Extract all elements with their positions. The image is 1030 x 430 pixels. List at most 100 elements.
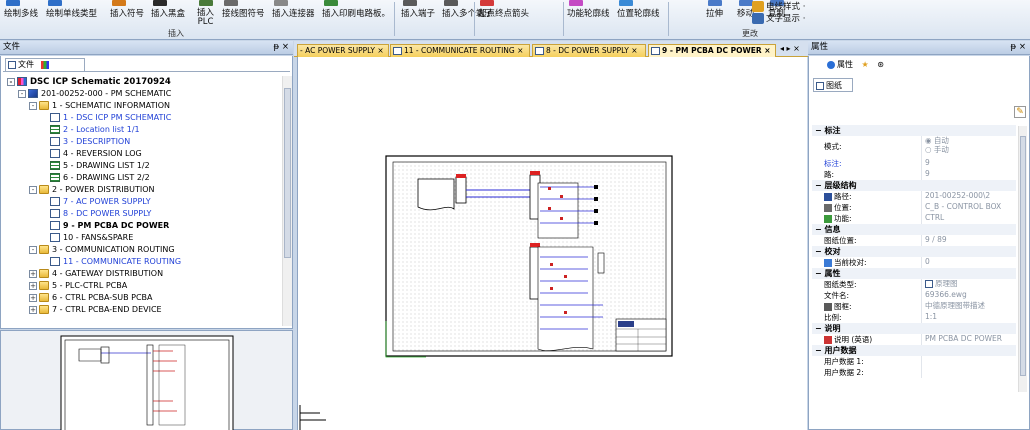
tree-item[interactable]: 7 - AC POWER SUPPLY bbox=[7, 196, 151, 208]
property-section[interactable]: − 信息 bbox=[812, 224, 1016, 235]
property-row[interactable]: 路: 9 bbox=[812, 169, 1016, 180]
property-row[interactable]: 用户数据 2: bbox=[812, 367, 1016, 378]
ribbon-button[interactable]: 绘制单线类型 bbox=[46, 0, 97, 21]
ribbon-button[interactable]: 插入端子 bbox=[401, 0, 435, 21]
property-row[interactable]: 图框: 中德原理图带描述 bbox=[812, 301, 1016, 312]
tree-item[interactable]: - 3 - COMMUNICATION ROUTING bbox=[7, 244, 175, 256]
collapse-icon[interactable]: − bbox=[815, 126, 825, 135]
preview-thumbnail[interactable] bbox=[1, 331, 294, 430]
tree-item[interactable]: 4 - REVERSION LOG bbox=[7, 148, 142, 160]
expand-icon[interactable]: + bbox=[29, 281, 37, 290]
property-row[interactable]: 模式: ◉ 自动 ○ 手动 bbox=[812, 136, 1016, 158]
ribbon-button[interactable]: 位置轮廓线 bbox=[617, 0, 660, 21]
edit-icon[interactable]: ✎ bbox=[1014, 106, 1026, 118]
document-tab[interactable]: - AC POWER SUPPLY × bbox=[297, 44, 389, 57]
tree-item[interactable]: 11 - COMMUNICATE ROUTING bbox=[7, 256, 181, 268]
properties-scroll-thumb[interactable] bbox=[1020, 136, 1026, 376]
property-section[interactable]: − 层级结构 bbox=[812, 180, 1016, 191]
drawing-canvas[interactable] bbox=[297, 57, 807, 430]
collapse-icon[interactable]: - bbox=[29, 185, 37, 194]
ribbon-button[interactable]: 起点终点箭头 bbox=[478, 0, 529, 21]
ribbon-button[interactable]: 绘制多线 bbox=[4, 0, 38, 21]
property-key: 当前校对: bbox=[834, 258, 867, 267]
property-row[interactable]: 功能: CTRL bbox=[812, 213, 1016, 224]
property-row[interactable]: 当前校对: 0 bbox=[812, 257, 1016, 268]
tree-item[interactable]: 8 - DC POWER SUPPLY bbox=[7, 208, 151, 220]
tree-item[interactable]: - DSC ICP Schematic 20170924 bbox=[7, 76, 171, 88]
document-tab[interactable]: 8 - DC POWER SUPPLY × bbox=[532, 44, 646, 57]
ribbon-button[interactable]: 插入 PLC bbox=[197, 0, 214, 27]
property-value: C_B - CONTROL BOX bbox=[925, 202, 1002, 211]
group-change-label: 更改 bbox=[742, 29, 758, 38]
tree-item[interactable]: +7 - CTRL PCBA-END DEVICE bbox=[7, 304, 162, 316]
property-section[interactable]: − 说明 bbox=[812, 323, 1016, 334]
expand-icon[interactable]: + bbox=[29, 305, 37, 314]
property-section[interactable]: − 用户数据 bbox=[812, 345, 1016, 356]
property-section[interactable]: − 标注 bbox=[812, 125, 1016, 136]
collapse-icon[interactable]: - bbox=[29, 245, 37, 254]
property-row[interactable]: 图纸位置: 9 / 89 bbox=[812, 235, 1016, 246]
wire-style-button[interactable]: 电线样式 · bbox=[752, 0, 805, 12]
collapse-icon[interactable]: - bbox=[18, 89, 26, 98]
tree-scroll-thumb[interactable] bbox=[284, 88, 291, 258]
tree-item[interactable]: +4 - GATEWAY DISTRIBUTION bbox=[7, 268, 163, 280]
ribbon-button[interactable]: 插入印刷电路板。 bbox=[322, 0, 390, 21]
property-row[interactable]: 比例: 1:1 bbox=[812, 312, 1016, 323]
panel-pin-close-button[interactable]: ᵽ × bbox=[274, 41, 290, 54]
ribbon-button[interactable]: 功能轮廓线 bbox=[567, 0, 610, 21]
property-row[interactable]: 位置: C_B - CONTROL BOX bbox=[812, 202, 1016, 213]
ribbon-button[interactable]: 插入黑盒 bbox=[151, 0, 185, 21]
tree-item[interactable]: - 1 - SCHEMATIC INFORMATION bbox=[7, 100, 170, 112]
ribbon-button[interactable]: 插入符号 bbox=[110, 0, 144, 21]
properties-scrollbar[interactable] bbox=[1018, 126, 1027, 392]
collapse-icon[interactable]: − bbox=[815, 346, 825, 355]
property-row[interactable]: 图纸类型: 原理图 bbox=[812, 279, 1016, 290]
property-row[interactable]: 标注: 9 bbox=[812, 158, 1016, 169]
collapse-icon[interactable]: − bbox=[815, 324, 825, 333]
collapse-icon[interactable]: - bbox=[29, 101, 37, 110]
properties-tab[interactable]: 属性 ★ ⊛ bbox=[827, 59, 884, 70]
ribbon-button[interactable]: 接线图符号 bbox=[222, 0, 265, 21]
tree-item[interactable]: 2 - Location list 1/1 bbox=[7, 124, 140, 136]
color-icon[interactable] bbox=[40, 60, 49, 69]
panel-pin-close-button[interactable]: ᵽ × bbox=[1011, 41, 1027, 54]
tree-item[interactable]: 6 - DRAWING LIST 2/2 bbox=[7, 172, 150, 184]
tree-item[interactable]: 5 - DRAWING LIST 1/2 bbox=[7, 160, 150, 172]
collapse-icon[interactable]: − bbox=[815, 225, 825, 234]
schematic-drawing[interactable] bbox=[298, 57, 808, 430]
file-tab[interactable]: 文件 bbox=[5, 58, 85, 71]
property-row[interactable]: 文件名: 69366.ewg bbox=[812, 290, 1016, 301]
tree-item[interactable]: - 201-00252-000 - PM SCHEMATIC bbox=[7, 88, 171, 100]
text-display-button[interactable]: 文字显示 · bbox=[752, 12, 805, 24]
property-row[interactable]: 用户数据 1: bbox=[812, 356, 1016, 367]
collapse-icon[interactable]: − bbox=[815, 269, 825, 278]
collapse-icon[interactable]: - bbox=[7, 77, 15, 86]
tree-item[interactable]: +5 - PLC-CTRL PCBA bbox=[7, 280, 127, 292]
property-row[interactable]: 说明 (英语) PM PCBA DC POWER bbox=[812, 334, 1016, 345]
settings-icon[interactable]: ⊛ bbox=[877, 60, 884, 69]
star-icon[interactable]: ★ bbox=[862, 60, 869, 69]
collapse-icon[interactable]: − bbox=[815, 181, 825, 190]
ribbon-button[interactable]: 拉伸 bbox=[706, 0, 723, 21]
project-icon bbox=[17, 77, 27, 86]
document-tab[interactable]: 11 - COMMUNICATE ROUTING × bbox=[390, 44, 530, 57]
tree-item[interactable]: 1 - DSC ICP PM SCHEMATIC bbox=[7, 112, 171, 124]
tree-item[interactable]: 3 - DESCRIPTION bbox=[7, 136, 130, 148]
tree-item[interactable]: 10 - FANS&SPARE bbox=[7, 232, 133, 244]
ribbon-button-icon bbox=[739, 0, 753, 6]
drawing-subtab[interactable]: 图纸 bbox=[813, 78, 853, 92]
property-row[interactable]: 路径: 201-00252-000\2 bbox=[812, 191, 1016, 202]
tree-item[interactable]: +6 - CTRL PCBA-SUB PCBA bbox=[7, 292, 153, 304]
column-divider bbox=[921, 202, 922, 213]
expand-icon[interactable]: + bbox=[29, 269, 37, 278]
tab-navigation[interactable]: ◂ ▸ × bbox=[780, 44, 800, 53]
property-section[interactable]: − 属性 bbox=[812, 268, 1016, 279]
property-section[interactable]: − 校对 bbox=[812, 246, 1016, 257]
document-tab[interactable]: 9 - PM PCBA DC POWER × bbox=[648, 44, 776, 57]
tree-item[interactable]: 9 - PM PCBA DC POWER bbox=[7, 220, 169, 232]
expand-icon[interactable]: + bbox=[29, 293, 37, 302]
tree-item[interactable]: - 2 - POWER DISTRIBUTION bbox=[7, 184, 155, 196]
tree-scrollbar[interactable] bbox=[282, 76, 292, 326]
ribbon-button[interactable]: 插入连接器 bbox=[272, 0, 315, 21]
collapse-icon[interactable]: − bbox=[815, 247, 825, 256]
